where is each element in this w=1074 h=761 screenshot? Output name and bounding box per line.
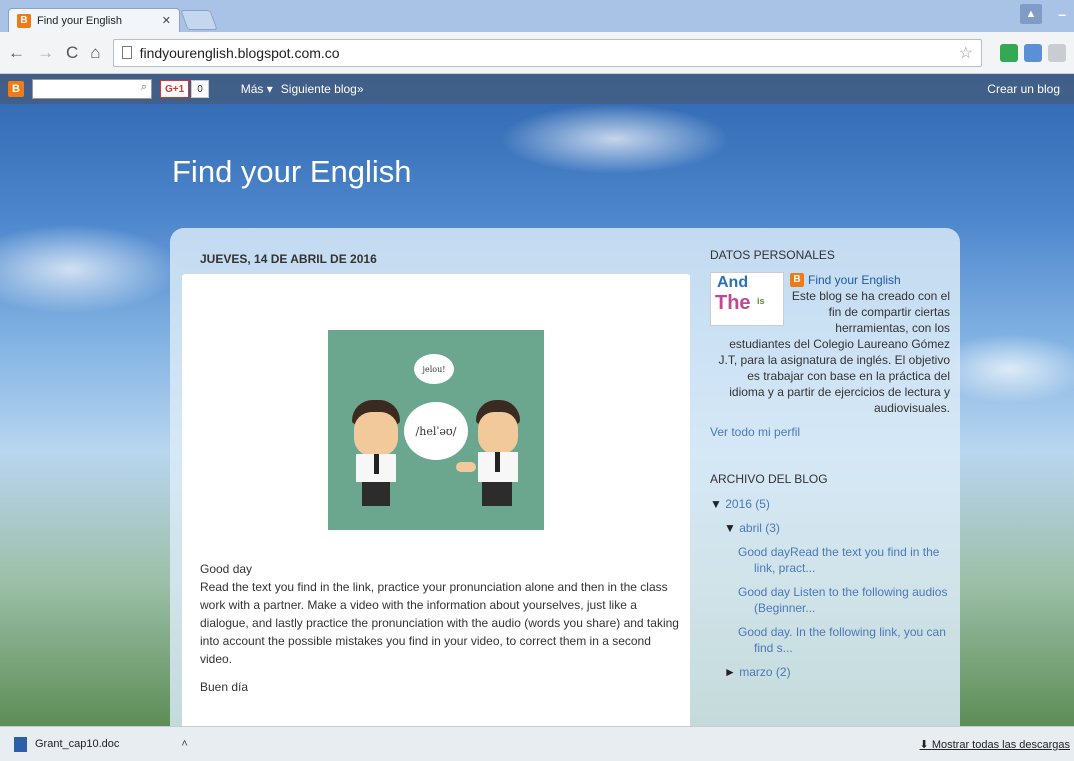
blogger-favicon-icon: B — [17, 13, 31, 28]
archive-year[interactable]: ▼ 2016 (5) — [710, 496, 950, 512]
post-image[interactable]: jelou! /helˈəʊ/ — [328, 330, 544, 530]
archive-month[interactable]: ► marzo (2) — [724, 664, 950, 680]
post-heading: Good day — [200, 562, 253, 576]
man-right-hand — [456, 462, 476, 472]
blogger-navbar: B ⌕ G+1 0 Más ▾ Siguiente blog» Crear un… — [0, 74, 1074, 104]
post-date: JUEVES, 14 DE ABRIL DE 2016 — [200, 252, 377, 266]
speech-bubble-large: /helˈəʊ/ — [404, 402, 468, 460]
url-text: findyourenglish.blogspot.com.co — [139, 44, 340, 61]
page-icon — [121, 46, 132, 59]
extension-green-icon[interactable] — [1000, 43, 1018, 62]
blog-archive: ▼ 2016 (5) ▼ abril (3) Good dayRead the … — [710, 496, 950, 680]
profile-icon[interactable]: ▲ — [1020, 4, 1042, 24]
man-right-tie — [495, 452, 500, 472]
bookmark-star-icon[interactable]: ☆ — [959, 43, 973, 63]
tab-title: Find your English — [37, 14, 122, 27]
profile-heading: DATOS PERSONALES — [710, 248, 835, 262]
gplus-count: 0 — [191, 80, 209, 98]
cloud-decoration — [500, 104, 730, 174]
address-bar[interactable]: findyourenglish.blogspot.com.co ☆ — [112, 38, 982, 67]
collapsed-triangle-icon[interactable]: ► — [724, 665, 736, 679]
minimize-icon[interactable]: – — [1058, 6, 1066, 22]
blogger-icon: B — [790, 273, 804, 287]
view-profile-link[interactable]: Ver todo mi perfil — [710, 424, 950, 440]
new-tab-button[interactable] — [180, 10, 218, 30]
content-panel: JUEVES, 14 DE ABRIL DE 2016 jelou! /helˈ… — [170, 228, 960, 726]
extension-grey-icon[interactable] — [1048, 43, 1066, 62]
avatar-word-art: And — [717, 274, 749, 291]
extension-blue-icon[interactable] — [1024, 43, 1042, 62]
profile-widget: And The is B Find your English Este blog… — [710, 272, 950, 440]
post-card: jelou! /helˈəʊ/ Good day Read the text y… — [182, 274, 690, 726]
man-left-head — [354, 412, 398, 456]
tab-strip: B Find your English ✕ ▲ – — [0, 0, 1074, 32]
more-menu[interactable]: Más ▾ — [241, 82, 273, 96]
archive-post-link[interactable]: Good day Listen to the following audios … — [738, 584, 950, 616]
archive-post-link[interactable]: Good day. In the following link, you can… — [738, 624, 950, 656]
back-icon[interactable]: ← — [8, 43, 25, 63]
home-icon[interactable]: ⌂ — [90, 43, 100, 63]
cloud-decoration — [0, 224, 180, 314]
man-left-tie — [374, 454, 379, 474]
search-icon[interactable]: ⌕ — [141, 81, 147, 94]
create-blog-link[interactable]: Crear un blog — [987, 82, 1060, 96]
sidebar: DATOS PERSONALES And The is B Find your … — [710, 248, 950, 688]
browser-tab[interactable]: B Find your English ✕ — [8, 8, 180, 32]
download-item[interactable]: Grant_cap10.doc — [14, 736, 120, 752]
show-all-downloads-link[interactable]: ⬇ Mostrar todas las descargas — [920, 738, 1070, 751]
man-left-legs — [362, 482, 390, 506]
word-document-icon — [14, 736, 27, 752]
expand-triangle-icon[interactable]: ▼ — [710, 497, 722, 511]
archive-heading: ARCHIVO DEL BLOG — [710, 472, 828, 486]
speech-bubble-small: jelou! — [414, 354, 454, 384]
browser-toolbar: ← → C ⌂ findyourenglish.blogspot.com.co … — [0, 32, 1074, 74]
download-menu-caret-icon[interactable]: ˄ — [181, 738, 187, 750]
forward-icon[interactable]: → — [37, 43, 54, 63]
avatar-word-art: The — [715, 292, 751, 314]
avatar-word-art: is — [757, 296, 765, 306]
reload-icon[interactable]: C — [66, 43, 78, 63]
next-blog-link[interactable]: Siguiente blog» — [281, 82, 364, 96]
blogger-logo-icon[interactable]: B — [8, 81, 24, 97]
downloads-bar: Grant_cap10.doc ˄ ⬇ Mostrar todas las de… — [0, 726, 1074, 761]
profile-avatar[interactable]: And The is — [710, 272, 784, 326]
download-filename: Grant_cap10.doc — [35, 738, 120, 750]
archive-post-link[interactable]: Good dayRead the text you find in the li… — [738, 544, 950, 576]
profile-name-link[interactable]: B Find your English — [790, 272, 950, 288]
archive-month[interactable]: ▼ abril (3) — [724, 520, 950, 536]
close-tab-icon[interactable]: ✕ — [162, 14, 171, 27]
blog-search-input[interactable]: ⌕ — [32, 79, 152, 99]
expand-triangle-icon[interactable]: ▼ — [724, 521, 736, 535]
post-second-heading: Buen día — [200, 680, 249, 694]
man-right-legs — [482, 482, 512, 506]
blog-title[interactable]: Find your English — [172, 154, 412, 190]
profile-name: Find your English — [808, 273, 901, 287]
page-viewport: B ⌕ G+1 0 Más ▾ Siguiente blog» Crear un… — [0, 74, 1074, 726]
gplus-button[interactable]: G+1 — [160, 80, 190, 98]
post-body: Good day Read the text you find in the l… — [200, 560, 680, 706]
man-right-head — [478, 412, 518, 454]
post-paragraph: Read the text you find in the link, prac… — [200, 580, 679, 666]
